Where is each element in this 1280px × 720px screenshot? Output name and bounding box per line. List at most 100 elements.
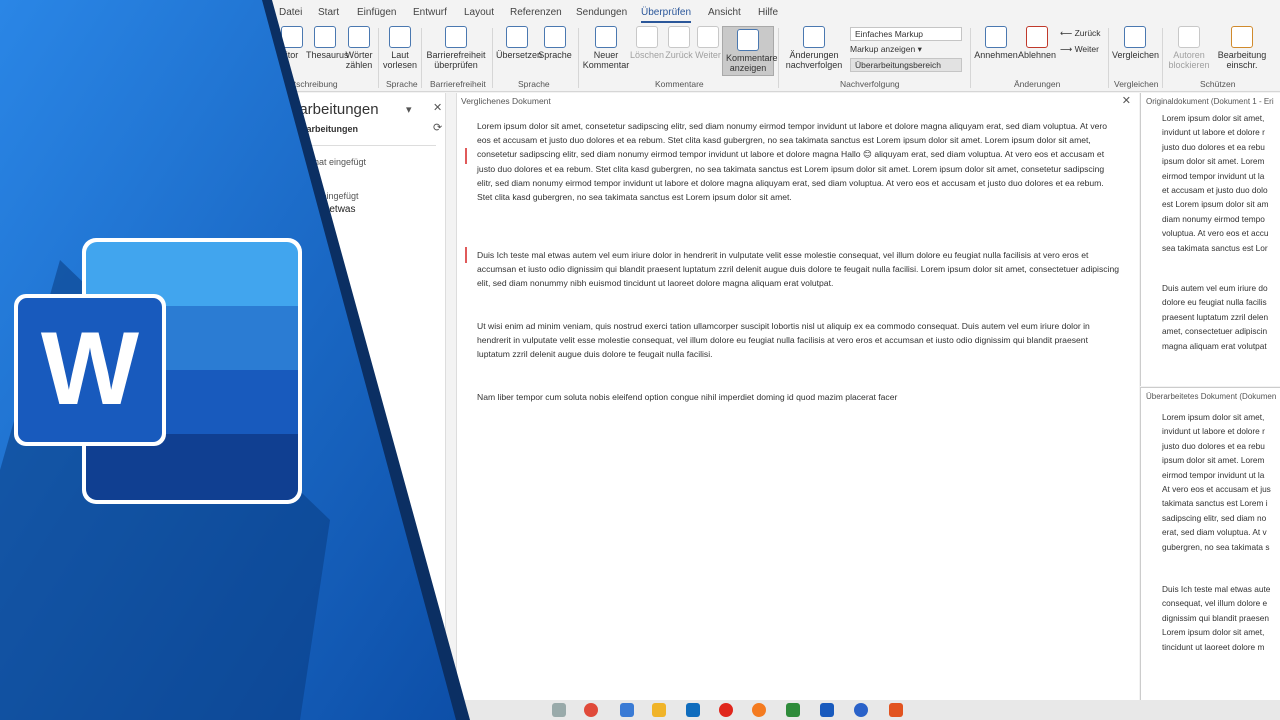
compare-icon: [1124, 26, 1146, 48]
accept-button[interactable]: Annehmen: [974, 26, 1018, 60]
close-icon[interactable]: ✕: [1122, 94, 1131, 107]
task-view-icon[interactable]: [552, 703, 566, 717]
tab-ansicht[interactable]: Ansicht: [708, 7, 741, 18]
translate-button[interactable]: Übersetzen: [496, 26, 542, 60]
restrict-editing-button[interactable]: Bearbeitung einschr.: [1214, 26, 1270, 70]
chrome-icon[interactable]: [584, 703, 598, 717]
word-icon[interactable]: [820, 703, 834, 717]
reject-icon: [1026, 26, 1048, 48]
revision-entry[interactable]: Möder hat eingefügt allo 😊: [286, 156, 366, 182]
tab-referenzen[interactable]: Referenzen: [510, 7, 562, 18]
store-icon[interactable]: [620, 703, 634, 717]
compared-document-pane[interactable]: Verglichenes Dokument ✕ Lorem ipsum dolo…: [456, 93, 1139, 700]
delete-comment-button[interactable]: Löschen: [630, 26, 664, 60]
tab-datei[interactable]: Datei: [279, 7, 302, 18]
next-change-button[interactable]: ⟶ Weiter: [1060, 44, 1099, 55]
document-paragraph[interactable]: Lorem ipsum dolor sit amet, consetetur s…: [477, 119, 1120, 204]
revision-entry[interactable]: öder hat eingefügt teste mal etwas: [286, 190, 359, 216]
tab-entwurf[interactable]: Entwurf: [413, 7, 447, 18]
pen-icon: [281, 26, 303, 48]
close-icon[interactable]: ✕: [433, 101, 442, 114]
comment-plus-icon: [595, 26, 617, 48]
block-authors-button[interactable]: Autoren blockieren: [1166, 26, 1212, 70]
group-label-comments: Kommentare: [655, 79, 704, 89]
tab-ueberpruefen[interactable]: Überprüfen: [641, 7, 692, 23]
translate-icon: [506, 26, 528, 48]
abc-123-icon: [348, 26, 370, 48]
firefox-icon[interactable]: [752, 703, 766, 717]
chevron-down-icon[interactable]: ▾: [406, 103, 412, 116]
accessibility-icon: [445, 26, 467, 48]
tab-hilfe[interactable]: Hilfe: [758, 7, 778, 18]
revised-text-block: Lorem ipsum dolor sit amet, invidunt ut …: [1162, 412, 1271, 552]
revision-text: teste mal etwas: [286, 204, 356, 215]
tab-layout[interactable]: Layout: [464, 7, 494, 18]
user-lock-icon: [1178, 26, 1200, 48]
revision-author: öder hat eingefügt: [286, 191, 359, 201]
revised-document-header: Überarbeitetes Dokument (Dokumen: [1146, 392, 1277, 401]
revision-author: Möder hat eingefügt: [286, 157, 367, 167]
camtasia-icon[interactable]: [786, 703, 800, 717]
outlook-icon[interactable]: [686, 703, 700, 717]
new-comment-button[interactable]: Neuer Kommentar: [582, 26, 630, 70]
ribbon-tabs: Datei Start Einfügen Entwurf Layout Refe…: [0, 0, 1280, 24]
revised-text-block: Duis Ich teste mal etwas aute consequat,…: [1162, 584, 1271, 652]
word-logo: W: [14, 236, 304, 506]
previous-change-button[interactable]: ⟵ Zurück: [1060, 28, 1101, 39]
comment-next-icon: [697, 26, 719, 48]
group-label-accessibility: Barrierefreiheit: [430, 79, 486, 89]
folder-icon[interactable]: [652, 703, 666, 717]
group-label-protect: Schützen: [1200, 79, 1236, 89]
document-paragraph[interactable]: Ut wisi enim ad minim veniam, quis nostr…: [477, 319, 1120, 362]
compared-document-header: Verglichenes Dokument: [461, 96, 551, 106]
group-label-changes: Änderungen: [1014, 79, 1061, 89]
thesaurus-button[interactable]: Thesaurus: [306, 26, 349, 60]
markup-select[interactable]: Einfaches Markup: [850, 27, 962, 41]
read-aloud-button[interactable]: Laut vorlesen: [382, 26, 418, 70]
book-icon: [314, 26, 336, 48]
previous-comment-button[interactable]: Zurück: [664, 26, 694, 60]
accessibility-check-button[interactable]: Barrierefreiheit überprüfen: [425, 26, 487, 70]
comment-prev-icon: [668, 26, 690, 48]
original-text-block: Duis autem vel eum iriure do dolore eu f…: [1162, 283, 1269, 351]
compare-button[interactable]: Vergleichen: [1112, 26, 1159, 60]
group-label-speech: Sprache: [386, 79, 418, 89]
word-count-button[interactable]: Wörter zählen: [344, 26, 374, 70]
comment-delete-icon: [636, 26, 658, 48]
revisions-pane-title: erarbeitungen: [286, 101, 379, 118]
refresh-icon[interactable]: ⟳: [433, 121, 442, 134]
app-icon[interactable]: [889, 703, 903, 717]
taskbar: [456, 700, 1280, 720]
original-text-block: Lorem ipsum dolor sit amet, invidunt ut …: [1162, 113, 1269, 253]
tab-start[interactable]: Start: [318, 7, 339, 18]
change-bar: [465, 247, 467, 263]
show-comments-button[interactable]: Kommentare anzeigen: [722, 26, 778, 76]
tab-einfuegen[interactable]: Einfügen: [357, 7, 396, 18]
word-window: Datei Start Einfügen Entwurf Layout Refe…: [0, 0, 1280, 720]
revision-text: allo 😊: [286, 170, 315, 181]
accept-icon: [985, 26, 1007, 48]
editor-button[interactable]: itor: [280, 26, 304, 60]
language-button[interactable]: Sprache: [538, 26, 572, 60]
next-comment-button[interactable]: Weiter: [694, 26, 722, 60]
original-document-pane[interactable]: Originaldokument (Dokument 1 - Eri Lorem…: [1140, 93, 1280, 386]
group-label-compare: Vergleichen: [1114, 79, 1159, 89]
reviewing-pane-dropdown[interactable]: Überarbeitungsbereich: [850, 58, 962, 72]
track-changes-icon: [803, 26, 825, 48]
speaker-a-icon: [389, 26, 411, 48]
change-bar: [465, 148, 467, 164]
revised-document-pane[interactable]: Überarbeitetes Dokument (Dokumen Lorem i…: [1140, 387, 1280, 700]
logo-letter: W: [40, 311, 140, 427]
lock-doc-icon: [1231, 26, 1253, 48]
track-changes-button[interactable]: Änderungen nachverfolgen: [783, 26, 845, 70]
document-paragraph[interactable]: Duis Ich teste mal etwas autem vel eum i…: [477, 248, 1120, 291]
show-markup-dropdown[interactable]: Markup anzeigen ▾: [850, 44, 922, 55]
reject-button[interactable]: Ablehnen: [1018, 26, 1056, 60]
opera-icon[interactable]: [719, 703, 733, 717]
document-paragraph[interactable]: Nam liber tempor cum soluta nobis eleife…: [477, 390, 1120, 404]
headset-icon[interactable]: [854, 703, 868, 717]
group-label-language: Sprache: [518, 79, 550, 89]
ribbon: itor Thesaurus Wörter zählen Laut vorles…: [0, 24, 1280, 92]
tab-sendungen[interactable]: Sendungen: [576, 7, 627, 18]
group-label-proofing: echtschreibung: [280, 79, 338, 89]
